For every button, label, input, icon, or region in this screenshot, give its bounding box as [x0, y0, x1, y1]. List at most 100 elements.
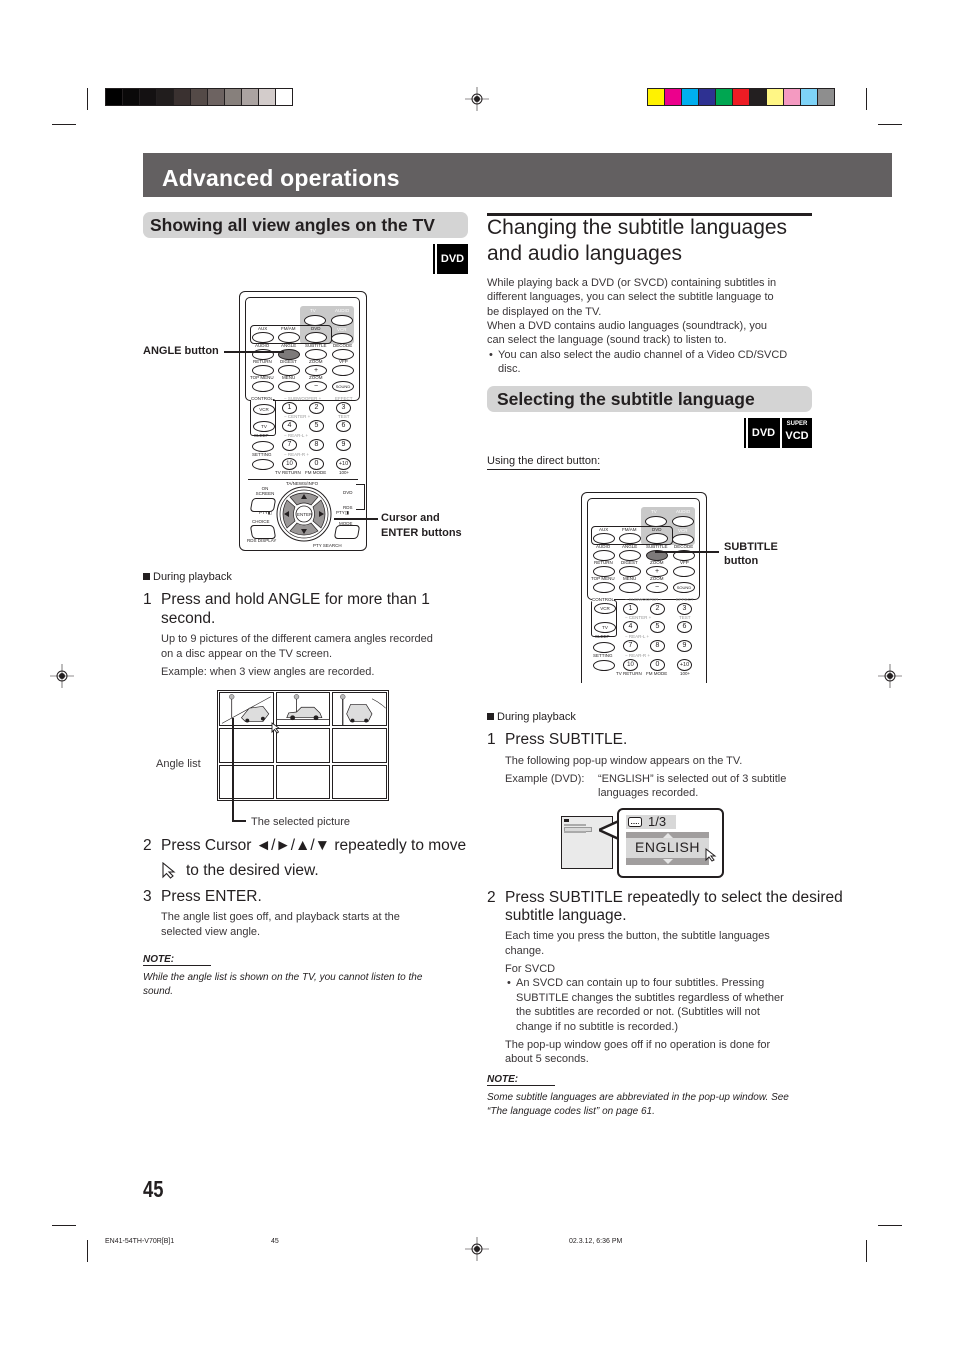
top-menu-button[interactable] — [593, 582, 615, 593]
pty-left-label: PTY◧ — [259, 510, 273, 515]
number-button-8[interactable]: 8 — [650, 640, 665, 652]
angle-cell-9[interactable] — [332, 764, 387, 799]
audio-power-label: AUDIO — [676, 509, 691, 514]
vfp-button[interactable] — [332, 365, 354, 376]
audio-power-label: AUDIO — [335, 308, 350, 313]
gray-swatch — [140, 89, 157, 105]
number-button-5[interactable]: 5 — [309, 420, 324, 432]
number-button-9[interactable]: 9 — [677, 640, 692, 652]
setting-button[interactable] — [252, 459, 274, 470]
angle-cell-7[interactable] — [219, 764, 274, 799]
angle-cell-6[interactable] — [332, 728, 387, 763]
dvd-button[interactable] — [305, 332, 327, 343]
number-button-3[interactable]: 3 — [677, 603, 692, 615]
rear-r-label: − REAR-R + — [625, 653, 651, 658]
number-button-6[interactable]: 6 — [336, 420, 351, 432]
crop-mark — [52, 1225, 76, 1226]
vfp-button[interactable] — [673, 566, 695, 577]
decode-label: DECODE — [674, 544, 694, 549]
number-button-3[interactable]: 3 — [336, 402, 351, 414]
number-button-7[interactable]: 7 — [623, 640, 638, 652]
number-button-0[interactable]: 0 — [309, 458, 324, 470]
step-number: 2 — [487, 889, 496, 906]
tv-return-label: TV RETURN — [275, 470, 301, 475]
number-button-10[interactable]: 10 — [623, 659, 638, 671]
center-label: − CENTER + — [284, 414, 311, 419]
menu-button[interactable] — [619, 582, 641, 593]
top-menu-button[interactable] — [252, 381, 274, 392]
angle-cell-3[interactable] — [332, 692, 387, 727]
subtitle-button-callout-line1: SUBTITLE — [724, 541, 778, 553]
angle-cell-8[interactable] — [275, 764, 331, 799]
for-svcd-label: For SVCD — [505, 963, 556, 975]
sound-button[interactable]: SOUND — [332, 381, 354, 392]
zoom-label-2: ZOOM — [309, 375, 323, 380]
menu-label: MENU — [282, 375, 296, 380]
menu-button[interactable] — [278, 381, 300, 392]
zoom-minus-button[interactable]: − — [305, 381, 327, 392]
number-button-4[interactable]: 4 — [623, 621, 638, 633]
number-button-1[interactable]: 1 — [623, 603, 638, 615]
remote-control-illustration: TV AUDIO VCR AUX FM/AM DVD AUDIO ANGLE S… — [239, 291, 367, 551]
gray-swatch — [259, 89, 276, 105]
dvd-button[interactable] — [646, 533, 668, 544]
vcr-control-button[interactable]: VCR — [594, 603, 616, 614]
dvd-label: DVD — [311, 326, 321, 331]
number-button-5[interactable]: 5 — [650, 621, 665, 633]
crop-mark — [866, 88, 867, 110]
crop-mark — [52, 124, 76, 125]
mini-subtitle-icon — [564, 819, 569, 822]
angle-cell-5[interactable] — [275, 728, 331, 763]
registration-mark-icon — [878, 664, 902, 688]
sleep-label: SLEEP — [254, 433, 269, 438]
tv-control-button[interactable]: TV — [594, 622, 616, 633]
vfp-label: VFP — [680, 560, 689, 565]
100plus-label: 100+ — [339, 470, 350, 475]
number-button-9[interactable]: 9 — [336, 439, 351, 451]
note-line2: “The language codes list” on page 61. — [487, 1106, 655, 1117]
subwoofer-label: − SUBWOOFER + — [625, 597, 663, 602]
number-button-10[interactable]: 10 — [282, 458, 297, 470]
fmam-button[interactable] — [278, 332, 300, 343]
choice-button[interactable] — [249, 525, 277, 539]
fmam-button[interactable] — [619, 533, 641, 544]
audio-power-button[interactable] — [331, 315, 353, 326]
zoom-minus-button[interactable]: − — [646, 582, 668, 593]
aux-button[interactable] — [593, 533, 615, 544]
setting-button[interactable] — [593, 660, 615, 671]
angle-leader-line — [224, 351, 284, 353]
vcr-control-button[interactable]: VCR — [253, 404, 275, 415]
step1-example-line2: languages recorded. — [598, 787, 699, 799]
number-button-2[interactable]: 2 — [650, 603, 665, 615]
print-timestamp: 02.3.12, 6:36 PM — [569, 1238, 623, 1245]
mode-button[interactable] — [333, 525, 361, 539]
number-button-0[interactable]: 0 — [650, 659, 665, 671]
angle-cell-1[interactable] — [219, 692, 274, 727]
number-button-4[interactable]: 4 — [282, 420, 297, 432]
sleep-button[interactable] — [252, 441, 274, 452]
dvd-switch-label: DVD — [343, 490, 353, 495]
subtitle-count: 1/3 — [648, 814, 667, 829]
number-button-8[interactable]: 8 — [309, 439, 324, 451]
number-button-6[interactable]: 6 — [677, 621, 692, 633]
number-button-plus10[interactable]: +10 — [336, 458, 351, 470]
sound-button[interactable]: SOUND — [673, 582, 695, 593]
note-line1: While the angle list is shown on the TV,… — [143, 972, 423, 983]
dvd-label: DVD — [652, 527, 662, 532]
fmam-label: FM/AM — [281, 326, 296, 331]
super-label: SUPER — [786, 421, 808, 427]
subtitle-popup-window: 1/3 ENGLISH — [617, 808, 724, 878]
step3-heading: Press ENTER. — [161, 888, 262, 905]
number-button-7[interactable]: 7 — [282, 439, 297, 451]
section-title: Showing all view angles on the TV — [150, 215, 435, 235]
sleep-button[interactable] — [593, 642, 615, 653]
number-button-1[interactable]: 1 — [282, 402, 297, 414]
crop-mark — [87, 88, 88, 110]
number-button-plus10[interactable]: +10 — [677, 659, 692, 671]
aux-button[interactable] — [252, 332, 274, 343]
audio-power-button[interactable] — [672, 516, 694, 527]
angle-cell-2[interactable] — [275, 692, 331, 727]
number-button-2[interactable]: 2 — [309, 402, 324, 414]
tv-control-button[interactable]: TV — [253, 421, 275, 432]
angle-cell-4[interactable] — [219, 728, 274, 763]
